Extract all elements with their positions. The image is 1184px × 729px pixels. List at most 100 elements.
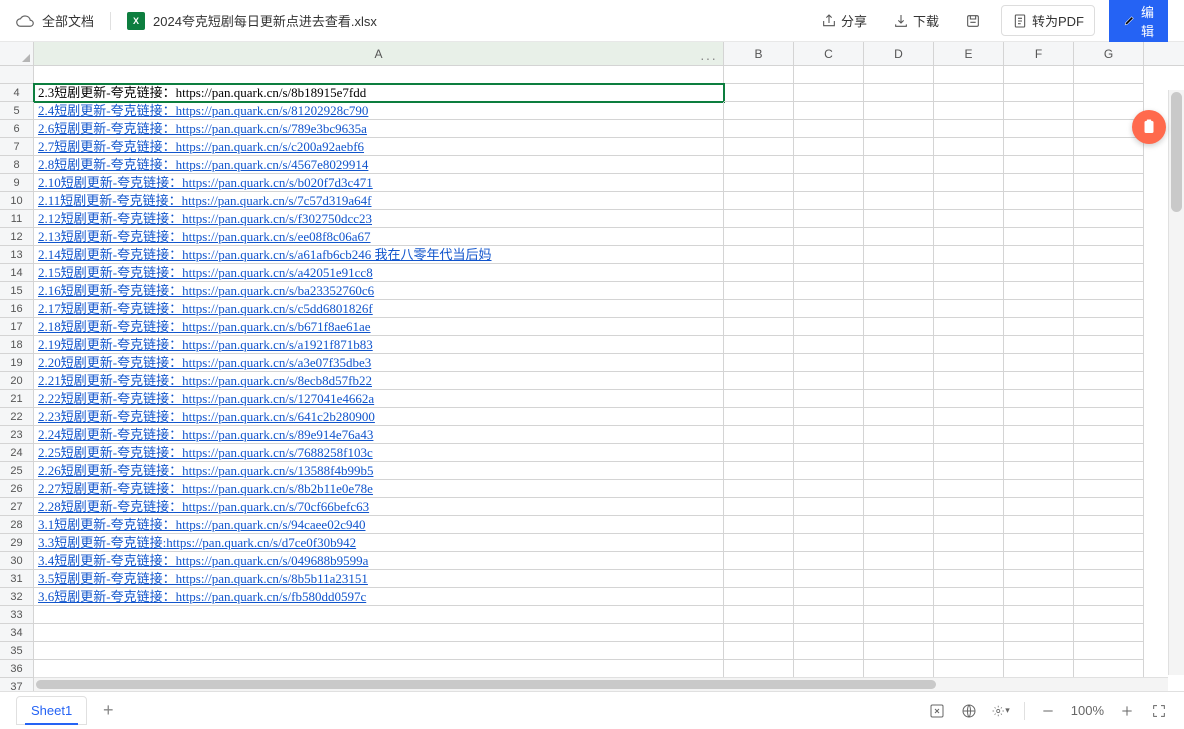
download-button[interactable]: 下载 [887, 7, 945, 34]
select-all-corner[interactable] [0, 42, 34, 65]
cell[interactable] [1074, 228, 1144, 246]
cell[interactable] [724, 192, 794, 210]
cell[interactable] [1074, 174, 1144, 192]
cell[interactable] [1004, 426, 1074, 444]
cell[interactable]: 3.3短剧更新-夸克链接:https://pan.quark.cn/s/d7ce… [34, 534, 724, 552]
cell[interactable] [724, 426, 794, 444]
row-header[interactable]: 15 [0, 282, 34, 300]
cell[interactable]: 2.11短剧更新-夸克链接：https://pan.quark.cn/s/7c5… [34, 192, 724, 210]
cell[interactable] [724, 66, 794, 84]
cell[interactable] [1004, 588, 1074, 606]
cell[interactable] [934, 174, 1004, 192]
zoom-in-button[interactable] [1118, 702, 1136, 720]
row-header[interactable]: 7 [0, 138, 34, 156]
cell[interactable] [794, 138, 864, 156]
cell[interactable]: 2.6短剧更新-夸克链接：https://pan.quark.cn/s/789e… [34, 120, 724, 138]
row-header[interactable]: 28 [0, 516, 34, 534]
cell[interactable] [1004, 498, 1074, 516]
cell[interactable] [1004, 102, 1074, 120]
cell[interactable] [794, 444, 864, 462]
cell[interactable] [934, 138, 1004, 156]
cell[interactable] [724, 120, 794, 138]
cell[interactable] [864, 264, 934, 282]
cell[interactable] [724, 246, 794, 264]
cell[interactable] [864, 66, 934, 84]
cell[interactable]: 2.19短剧更新-夸克链接：https://pan.quark.cn/s/a19… [34, 336, 724, 354]
cell[interactable]: 2.4短剧更新-夸克链接：https://pan.quark.cn/s/8120… [34, 102, 724, 120]
row-header[interactable]: 29 [0, 534, 34, 552]
cell[interactable]: 2.15短剧更新-夸克链接：https://pan.quark.cn/s/a42… [34, 264, 724, 282]
cell[interactable] [1074, 318, 1144, 336]
cell[interactable] [934, 300, 1004, 318]
cell[interactable] [1074, 444, 1144, 462]
cell[interactable] [724, 264, 794, 282]
file-name[interactable]: 2024夸克短剧每日更新点进去查看.xlsx [153, 11, 377, 30]
row-header[interactable]: 34 [0, 624, 34, 642]
cell[interactable] [724, 480, 794, 498]
cell[interactable] [1004, 138, 1074, 156]
cell[interactable] [1074, 642, 1144, 660]
settings-icon[interactable]: ▾ [992, 702, 1010, 720]
cell[interactable] [794, 192, 864, 210]
cell[interactable] [864, 570, 934, 588]
cell[interactable] [794, 102, 864, 120]
cell[interactable] [1004, 282, 1074, 300]
view-toggle-icon[interactable] [928, 702, 946, 720]
cell[interactable]: 2.7短剧更新-夸克链接：https://pan.quark.cn/s/c200… [34, 138, 724, 156]
row-header[interactable]: 11 [0, 210, 34, 228]
edit-button[interactable]: 编辑 [1109, 0, 1168, 46]
cell[interactable] [1074, 534, 1144, 552]
cell[interactable] [794, 588, 864, 606]
cell[interactable] [864, 318, 934, 336]
cell[interactable] [724, 372, 794, 390]
row-header[interactable]: 21 [0, 390, 34, 408]
cell[interactable] [1004, 174, 1074, 192]
globe-icon[interactable] [960, 702, 978, 720]
cell[interactable] [724, 408, 794, 426]
cell[interactable]: 2.17短剧更新-夸克链接：https://pan.quark.cn/s/c5d… [34, 300, 724, 318]
cell[interactable] [864, 444, 934, 462]
cell[interactable] [1004, 66, 1074, 84]
column-header-f[interactable]: F [1004, 42, 1074, 65]
cell[interactable] [794, 606, 864, 624]
cell[interactable] [864, 498, 934, 516]
row-header[interactable]: 25 [0, 462, 34, 480]
cell[interactable] [1074, 624, 1144, 642]
cell[interactable] [1074, 606, 1144, 624]
row-header[interactable]: 20 [0, 372, 34, 390]
cell[interactable] [1004, 192, 1074, 210]
cell[interactable]: 2.26短剧更新-夸克链接：https://pan.quark.cn/s/135… [34, 462, 724, 480]
cell[interactable] [794, 570, 864, 588]
cell[interactable]: 2.12短剧更新-夸克链接：https://pan.quark.cn/s/f30… [34, 210, 724, 228]
cell[interactable] [864, 210, 934, 228]
cell[interactable] [1004, 462, 1074, 480]
column-header-c[interactable]: C [794, 42, 864, 65]
cell[interactable] [1004, 84, 1074, 102]
row-header[interactable]: 36 [0, 660, 34, 678]
cell[interactable] [934, 660, 1004, 678]
cell[interactable] [724, 462, 794, 480]
cell[interactable] [794, 156, 864, 174]
cell[interactable] [934, 534, 1004, 552]
cell[interactable] [1004, 336, 1074, 354]
cell[interactable] [794, 552, 864, 570]
cell[interactable] [864, 588, 934, 606]
row-header[interactable]: 16 [0, 300, 34, 318]
cell[interactable] [724, 624, 794, 642]
row-header[interactable]: 14 [0, 264, 34, 282]
cell[interactable] [1004, 444, 1074, 462]
cell[interactable] [864, 102, 934, 120]
cell[interactable]: 3.5短剧更新-夸克链接：https://pan.quark.cn/s/8b5b… [34, 570, 724, 588]
cell[interactable] [1004, 318, 1074, 336]
cell[interactable] [1004, 300, 1074, 318]
cell[interactable] [724, 642, 794, 660]
cell[interactable] [794, 246, 864, 264]
row-header[interactable]: 6 [0, 120, 34, 138]
cell[interactable] [864, 120, 934, 138]
cell[interactable] [934, 390, 1004, 408]
cell[interactable] [1004, 624, 1074, 642]
cell[interactable] [34, 66, 724, 84]
cell[interactable] [724, 606, 794, 624]
cell[interactable]: 2.8短剧更新-夸克链接：https://pan.quark.cn/s/4567… [34, 156, 724, 174]
cell[interactable] [934, 354, 1004, 372]
